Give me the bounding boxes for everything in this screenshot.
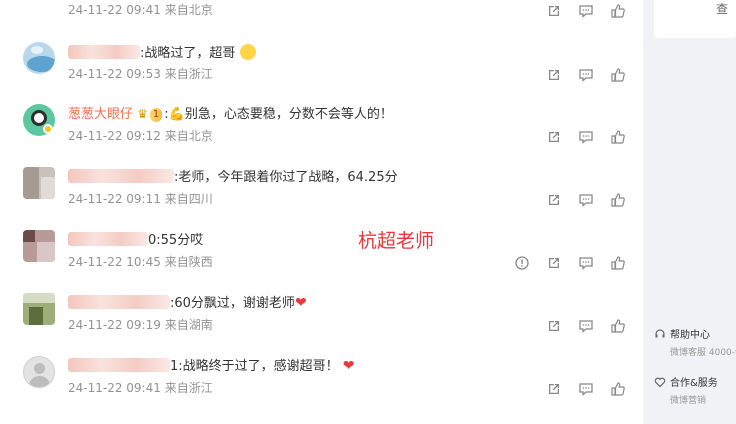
- avatar[interactable]: [23, 230, 55, 262]
- share-icon[interactable]: [545, 317, 563, 335]
- redacted-username: [68, 295, 170, 309]
- comment-text: :60分飘过，谢谢老师❤: [68, 295, 307, 312]
- comment-item: :老师，今年跟着你过了战略，64.25分 24-11-22 09:11 来自四川: [0, 161, 643, 221]
- comment-time: 24-11-22 09:19: [68, 318, 161, 332]
- help-center-link[interactable]: 帮助中心 微博客服 4000-9: [654, 326, 736, 358]
- like-icon[interactable]: [609, 380, 627, 398]
- comment-location: 来自北京: [164, 129, 213, 143]
- comment-time: 24-11-22 10:45: [68, 255, 161, 269]
- comment-text: 1:战略终于过了，感谢超哥！ ❤: [68, 358, 355, 375]
- report-icon[interactable]: [513, 254, 531, 272]
- comment-time: 24-11-22 09:53: [68, 67, 161, 81]
- comment-time: 24-11-22 09:12: [68, 129, 161, 143]
- comment-location: 来自湖南: [164, 318, 213, 332]
- right-sidebar: 查 帮助中心 微博客服 4000-9 合作&服务 微博营销: [643, 0, 736, 424]
- share-icon[interactable]: [545, 128, 563, 146]
- comment-item: 1:战略终于过了，感谢超哥！ ❤ 24-11-22 09:41 来自浙江: [0, 350, 643, 410]
- avatar[interactable]: [23, 356, 55, 388]
- avatar[interactable]: [23, 42, 55, 74]
- comment-location: 来自四川: [164, 192, 213, 206]
- headset-icon: [655, 328, 665, 337]
- like-icon[interactable]: [609, 254, 627, 272]
- comment-time: 24-11-22 09:11: [68, 192, 161, 206]
- sidebar-top-button[interactable]: 查: [654, 0, 736, 38]
- comment-item: 0:55分哎 24-11-22 10:45 来自陕西: [0, 224, 643, 284]
- comment-feed: 24-11-22 09:41 来自北京 :战略过了，超哥 24-11-22 09…: [0, 0, 643, 424]
- avatar[interactable]: [23, 293, 55, 325]
- sidebar-top-label: 查: [715, 2, 728, 16]
- redacted-username: [68, 169, 174, 183]
- comment-time: 24-11-22 09:41: [68, 3, 161, 17]
- comment-location: 来自浙江: [164, 67, 213, 81]
- comment-icon[interactable]: [577, 254, 595, 272]
- comment-icon[interactable]: [577, 317, 595, 335]
- like-icon[interactable]: [609, 2, 627, 20]
- comment-meta: 24-11-22 09:41 来自浙江: [68, 380, 213, 396]
- comment-text: :老师，今年跟着你过了战略，64.25分: [68, 169, 398, 186]
- business-link[interactable]: 合作&服务 微博营销: [654, 374, 736, 406]
- comment-meta: 24-11-22 09:41 来自北京: [68, 2, 213, 18]
- comment-meta: 24-11-22 09:11 来自四川: [68, 191, 213, 207]
- heart-emoji-icon: ❤: [294, 295, 307, 311]
- redacted-username: [68, 232, 148, 246]
- heart-outline-icon: [654, 377, 666, 387]
- business-sub: 微博营销: [670, 396, 707, 406]
- comment-meta: 24-11-22 10:45 来自陕西: [68, 254, 213, 270]
- share-icon[interactable]: [545, 66, 563, 84]
- comment-icon[interactable]: [577, 191, 595, 209]
- avatar[interactable]: [23, 104, 55, 136]
- comment-icon[interactable]: [577, 380, 595, 398]
- like-icon[interactable]: [609, 128, 627, 146]
- comment-text: 葱葱大眼仔 ♛ 1:💪别急，心态要稳，分数不会等人的！: [68, 107, 393, 122]
- comment-item: :60分飘过，谢谢老师❤ 24-11-22 09:19 来自湖南: [0, 287, 643, 347]
- comment-item: 葱葱大眼仔 ♛ 1:💪别急，心态要稳，分数不会等人的！ 24-11-22 09:1…: [0, 98, 643, 158]
- watermark-text: 杭超老师: [358, 230, 435, 252]
- comment-location: 来自北京: [164, 3, 213, 17]
- comment-text: 0:55分哎: [68, 232, 203, 249]
- comment-item: :战略过了，超哥 24-11-22 09:53 来自浙江: [0, 36, 643, 96]
- comment-meta: 24-11-22 09:53 来自浙江: [68, 66, 213, 82]
- comment-icon[interactable]: [577, 66, 595, 84]
- comment-text: :战略过了，超哥: [68, 44, 256, 62]
- username-link[interactable]: 葱葱大眼仔: [68, 107, 133, 122]
- comment-time: 24-11-22 09:41: [68, 381, 161, 395]
- comment-location: 来自陕西: [164, 255, 213, 269]
- like-icon[interactable]: [609, 317, 627, 335]
- redacted-username: [68, 358, 170, 372]
- comment-meta: 24-11-22 09:19 来自湖南: [68, 317, 213, 333]
- comment-icon[interactable]: [577, 128, 595, 146]
- comment-meta: 24-11-22 09:12 来自北京: [68, 128, 213, 144]
- comment-location: 来自浙江: [164, 381, 213, 395]
- grin-emoji-icon: [239, 44, 256, 60]
- comment-icon[interactable]: [577, 2, 595, 20]
- comment-item: 24-11-22 09:41 来自北京: [0, 0, 643, 40]
- share-icon[interactable]: [545, 2, 563, 20]
- like-icon[interactable]: [609, 191, 627, 209]
- share-icon[interactable]: [545, 380, 563, 398]
- share-icon[interactable]: [545, 191, 563, 209]
- vip-badge: 1: [149, 108, 163, 122]
- redacted-username: [68, 45, 140, 59]
- like-icon[interactable]: [609, 66, 627, 84]
- avatar[interactable]: [23, 167, 55, 199]
- share-icon[interactable]: [545, 254, 563, 272]
- crown-icon: ♛: [137, 107, 148, 121]
- heart-emoji-icon: ❤: [342, 358, 355, 374]
- help-center-sub: 微博客服 4000-9: [670, 348, 736, 358]
